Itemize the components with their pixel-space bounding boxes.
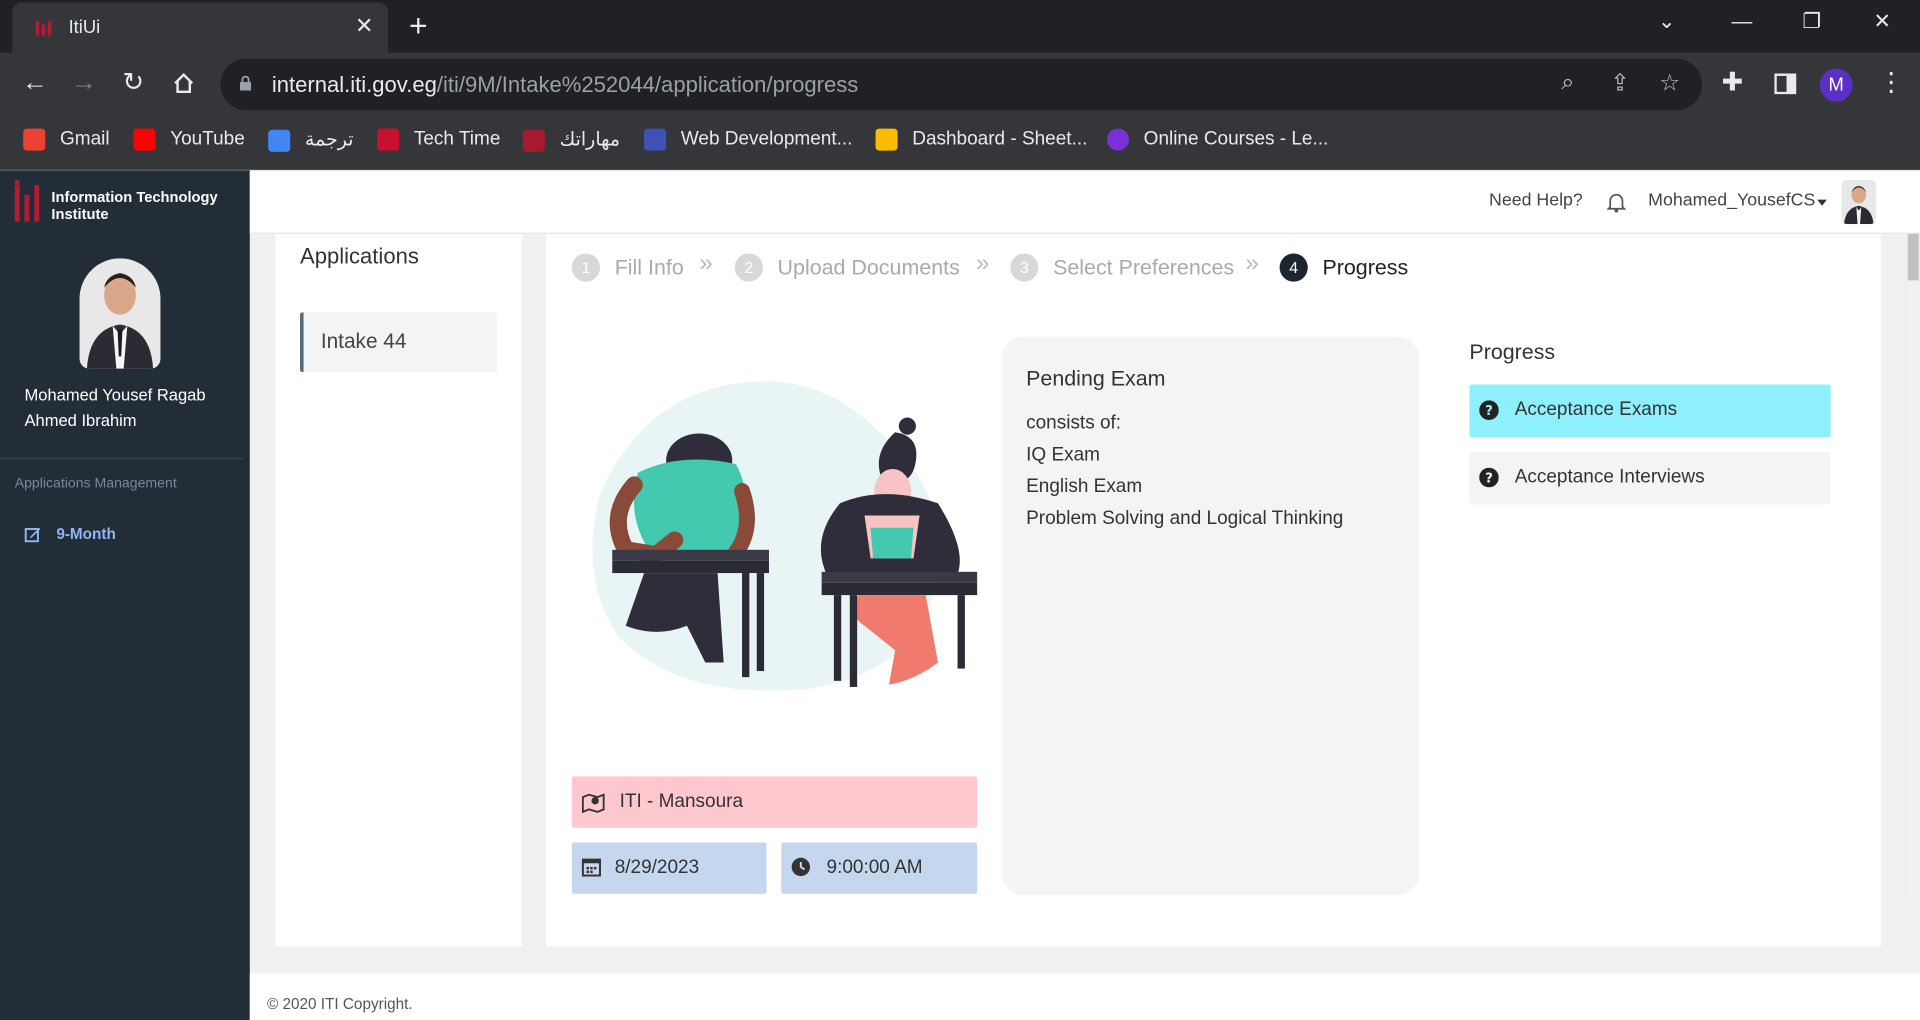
bookmark-translate[interactable]: ترجمة: [268, 129, 354, 152]
zoom-icon[interactable]: ⌕: [1561, 70, 1574, 97]
need-help-link[interactable]: Need Help?: [1489, 191, 1583, 211]
exam-date: 8/29/2023: [571, 842, 767, 894]
bookmark-youtube[interactable]: YouTube: [133, 128, 245, 151]
step-fill-info[interactable]: 1 Fill Info: [571, 253, 684, 282]
double-chevron-icon: »: [1245, 249, 1259, 277]
bookmark-online-courses[interactable]: Online Courses - Le...: [1106, 128, 1328, 151]
top-navbar: Need Help? Mohamed_YousefCS: [249, 170, 1920, 234]
exam-card-details: consists of: IQ Exam English Exam Proble…: [1026, 412, 1344, 529]
extensions-icon[interactable]: ✚: [1722, 69, 1744, 98]
iti-logo[interactable]: [12, 180, 49, 224]
lock-icon: [240, 75, 252, 91]
exam-time: 9:00:00 AM: [781, 842, 978, 894]
edit-icon: [24, 527, 41, 543]
user-full-name: Mohamed Yousef Ragab Ahmed Ibrahim: [24, 385, 206, 430]
back-icon[interactable]: ←: [22, 69, 48, 98]
tech-time-icon: [377, 128, 400, 151]
udacity-icon: [644, 128, 667, 151]
progress-title: Progress: [1469, 339, 1556, 364]
close-window-icon[interactable]: ✕: [1873, 10, 1890, 34]
browser-tab-bar: ItiUi ✕ + ⌄ — ❐ ✕: [0, 0, 1920, 53]
progress-item-acceptance-interviews[interactable]: ? Acceptance Interviews: [1469, 451, 1831, 505]
question-circle-icon: ?: [1479, 467, 1499, 488]
svg-text:?: ?: [1485, 404, 1493, 419]
bookmarks-bar: Gmail YouTube ترجمة Tech Time مهاراتك We…: [0, 113, 1920, 171]
calendar-icon: [581, 858, 601, 877]
application-item-intake-44[interactable]: Intake 44: [300, 312, 498, 373]
chart-icon: [875, 128, 898, 151]
youtube-icon: [133, 128, 156, 151]
chevron-down-icon[interactable]: [1817, 199, 1827, 206]
address-bar[interactable]: internal.iti.gov.eg/iti/9M/Intake%252044…: [220, 58, 1703, 111]
restore-icon[interactable]: ❐: [1802, 10, 1821, 34]
bookmark-web-development[interactable]: Web Development...: [644, 128, 852, 151]
profile-avatar[interactable]: M: [1819, 68, 1853, 102]
map-marker-icon: [581, 793, 605, 814]
scrollbar-track[interactable]: [1906, 233, 1920, 896]
side-panel-icon[interactable]: [1774, 73, 1797, 95]
bookmark-dashboard[interactable]: Dashboard - Sheet...: [875, 128, 1087, 151]
user-menu[interactable]: Mohamed_YousefCS: [1648, 191, 1815, 211]
translate-icon: [268, 129, 291, 152]
exam-location: ITI - Mansoura: [571, 776, 978, 828]
footer: © 2020 ITI Copyright.: [249, 973, 1920, 1020]
main-panel: 1 Fill Info » 2 Upload Documents » 3 Select…: [546, 233, 1881, 947]
online-courses-icon: [1106, 128, 1129, 151]
bookmark-star-icon[interactable]: ☆: [1659, 70, 1680, 98]
close-tab-icon[interactable]: ✕: [355, 13, 373, 39]
maharatak-icon: [522, 129, 545, 152]
scrollbar-thumb[interactable]: [1907, 233, 1919, 281]
step-select-preferences[interactable]: 3 Select Preferences: [1010, 253, 1234, 282]
profile-photo: [79, 258, 161, 369]
applications-title: Applications: [300, 243, 419, 269]
exam-card-title: Pending Exam: [1026, 366, 1166, 391]
pending-exam-card: Pending Exam consists of: IQ Exam Englis…: [1001, 336, 1420, 896]
bookmark-gmail[interactable]: Gmail: [23, 128, 110, 151]
forward-icon[interactable]: →: [71, 69, 97, 98]
url-text: internal.iti.gov.eg/iti/9M/Intake%252044…: [271, 72, 859, 97]
intake-label: Intake 44: [320, 329, 407, 353]
browser-toolbar: ← → ↻ internal.iti.gov.eg/iti/9M/Intake%…: [0, 52, 1920, 114]
step-upload-documents[interactable]: 2 Upload Documents: [734, 253, 960, 282]
students-exam-illustration: [592, 381, 978, 691]
sidebar-section-label: Applications Management: [14, 476, 177, 492]
svg-text:?: ?: [1485, 471, 1493, 486]
menu-icon[interactable]: ⋮: [1878, 69, 1904, 98]
bookmark-tech-time[interactable]: Tech Time: [377, 128, 500, 151]
double-chevron-icon: »: [975, 249, 990, 277]
bell-icon[interactable]: [1606, 191, 1627, 213]
sidebar: Information Technology Institute Mohamed…: [0, 170, 250, 1020]
iti-favicon-icon: [35, 20, 52, 36]
sidebar-item-9-month[interactable]: 9-Month: [24, 525, 116, 543]
new-tab-icon[interactable]: +: [409, 9, 428, 43]
page-content: Information Technology Institute Mohamed…: [0, 170, 1920, 1020]
avatar[interactable]: [1841, 180, 1876, 225]
browser-tab[interactable]: ItiUi ✕: [12, 2, 389, 53]
tab-title: ItiUi: [68, 17, 101, 38]
gmail-icon: [23, 128, 46, 151]
sidebar-divider: [0, 457, 243, 460]
home-icon[interactable]: [173, 72, 195, 94]
share-icon[interactable]: ⇪: [1610, 70, 1629, 98]
step-progress[interactable]: 4 Progress: [1279, 253, 1408, 282]
copyright-text: © 2020 ITI Copyright.: [266, 995, 413, 1013]
logo-text: Information Technology Institute: [51, 188, 218, 223]
question-circle-icon: ?: [1479, 400, 1499, 421]
progress-item-acceptance-exams[interactable]: ? Acceptance Exams: [1469, 384, 1831, 438]
clock-icon: [791, 857, 811, 877]
tab-search-icon[interactable]: ⌄: [1658, 10, 1675, 34]
bookmark-maharatak[interactable]: مهاراتك: [522, 129, 620, 152]
double-chevron-icon: »: [699, 249, 713, 277]
minimize-icon[interactable]: —: [1731, 10, 1752, 34]
applications-panel: Applications Intake 44: [275, 233, 522, 947]
reload-icon[interactable]: ↻: [122, 69, 144, 98]
